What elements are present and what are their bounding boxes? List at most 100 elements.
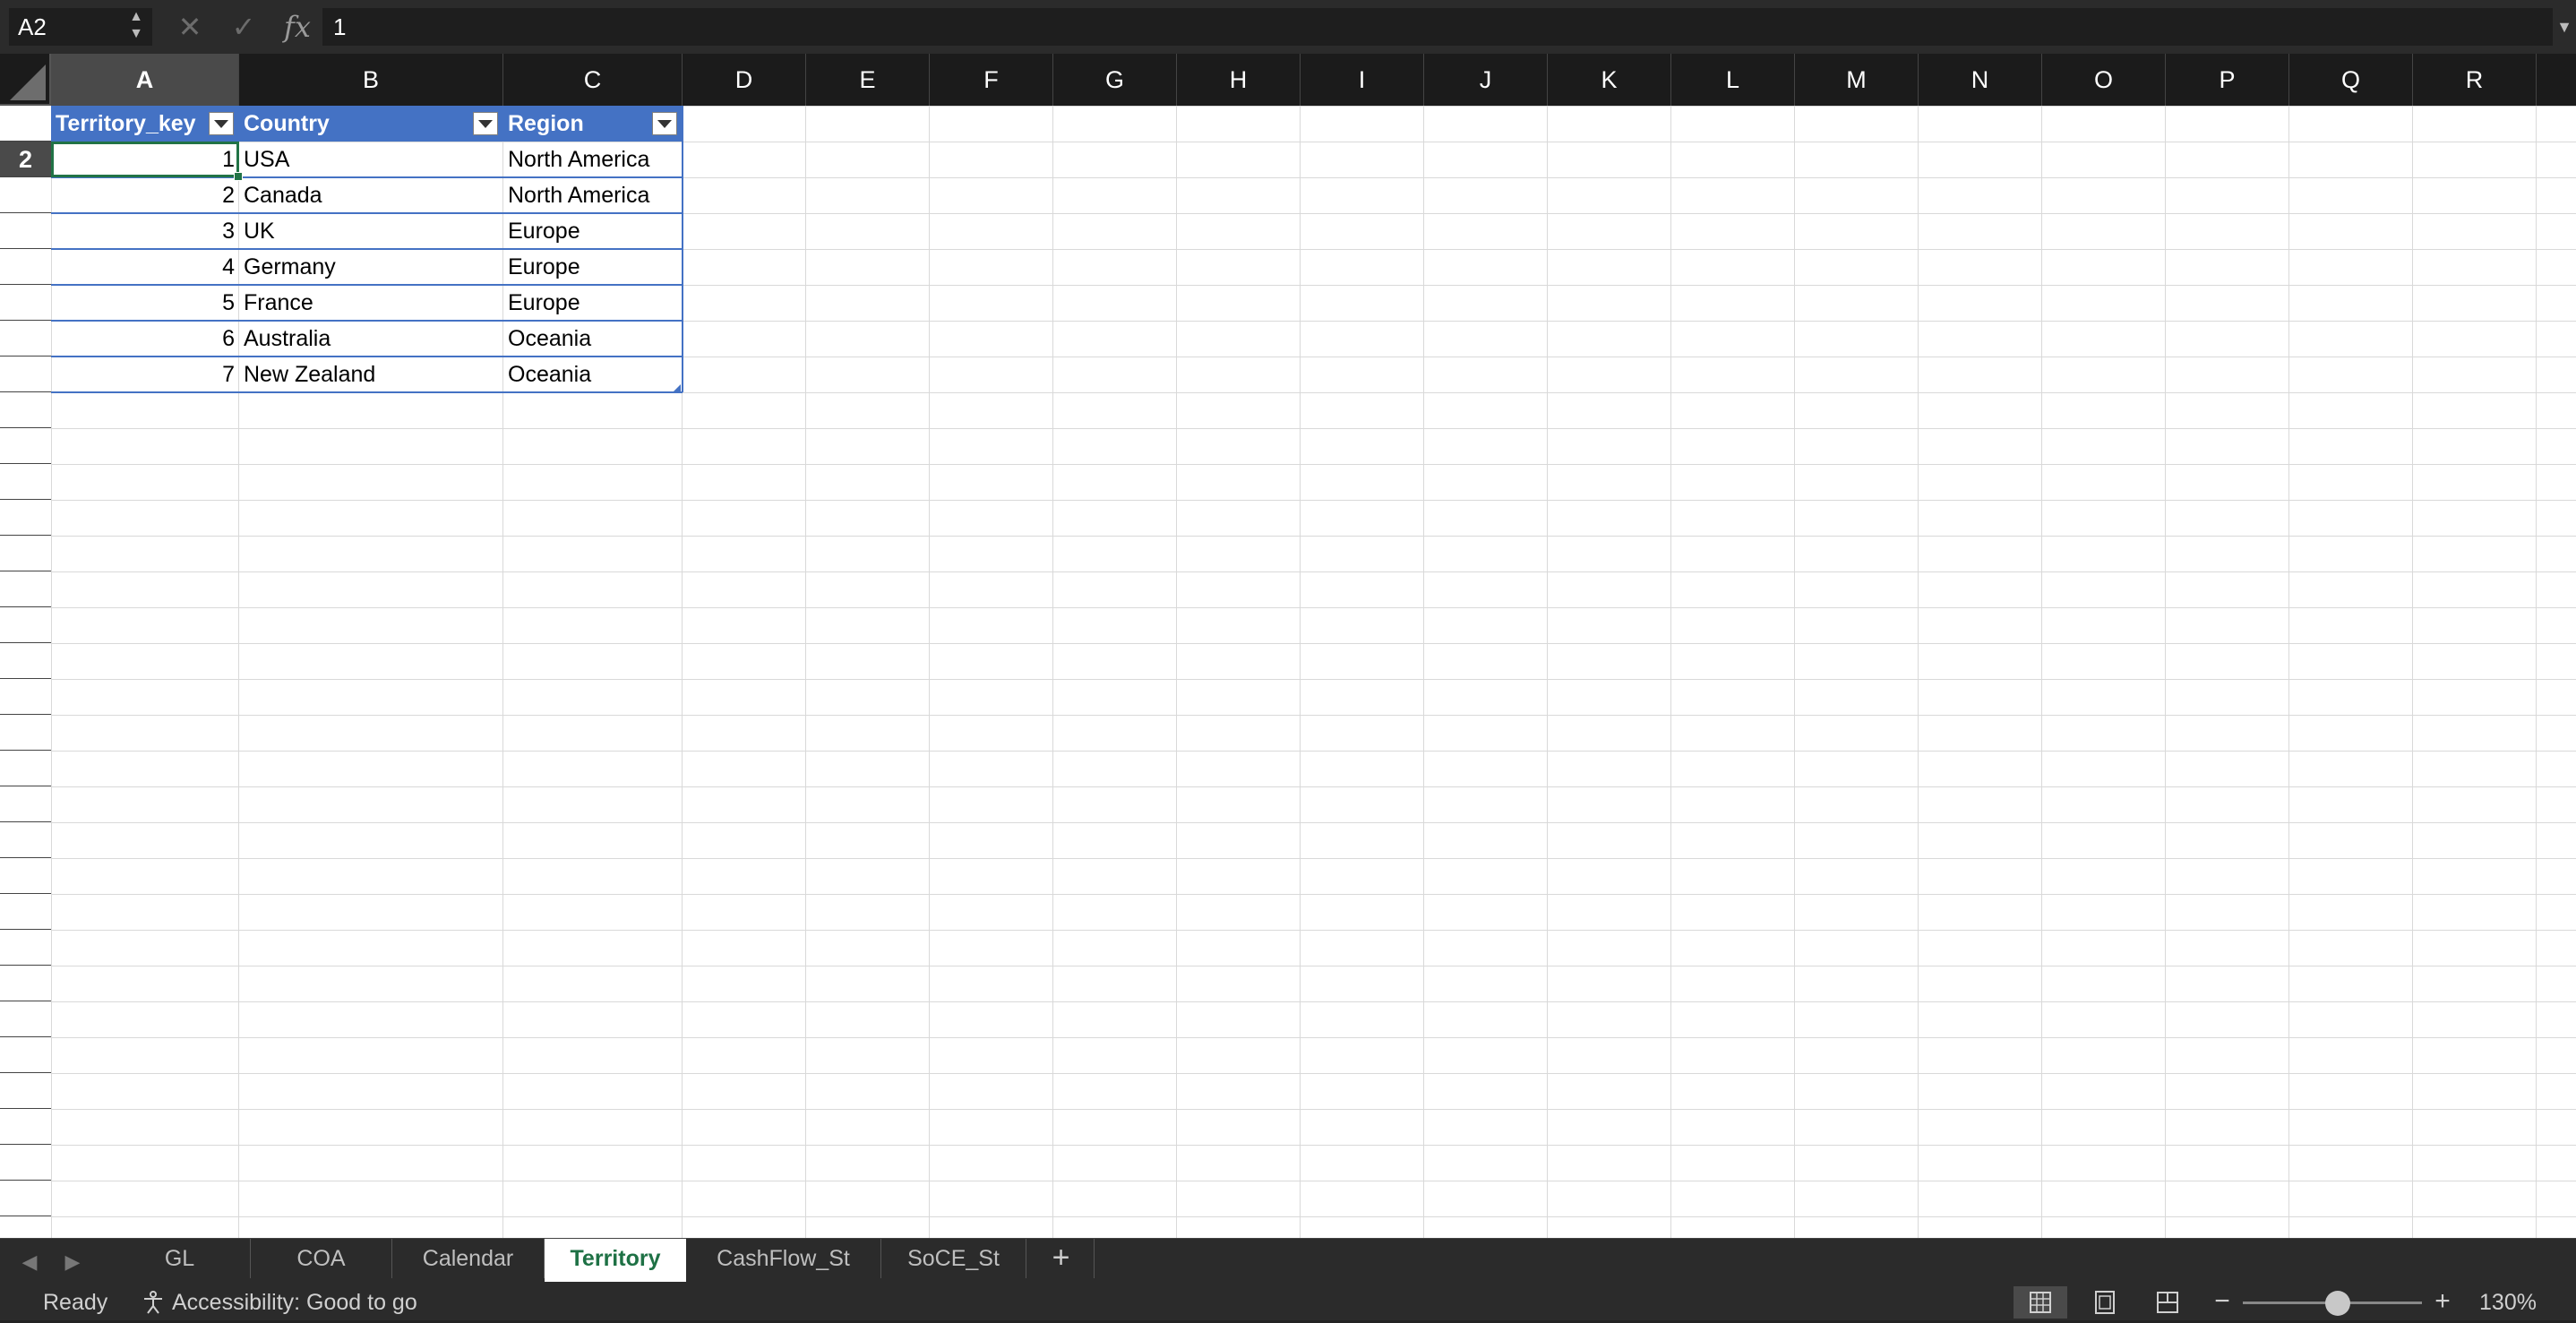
table-cell[interactable]: North America (503, 177, 683, 213)
row-header-6[interactable]: 6 (0, 285, 51, 321)
sheet-tab-territory[interactable]: Territory (545, 1239, 686, 1282)
table-cell[interactable]: 2 (51, 177, 239, 213)
row-header-28[interactable]: 28 (0, 1073, 51, 1109)
zoom-level[interactable]: 130% (2472, 1284, 2544, 1320)
table-cell[interactable]: North America (503, 142, 683, 177)
row-header-13[interactable]: 13 (0, 536, 51, 571)
row-header-32[interactable]: 32 (0, 1216, 51, 1238)
sheet-tab-gl[interactable]: GL (109, 1239, 251, 1278)
column-header-n[interactable]: N (1919, 54, 2042, 106)
row-header-18[interactable]: 18 (0, 715, 51, 751)
column-header-j[interactable]: J (1424, 54, 1548, 106)
row-header-5[interactable]: 5 (0, 249, 51, 285)
column-header-f[interactable]: F (930, 54, 1053, 106)
table-cell[interactable]: France (239, 285, 503, 321)
name-box-stepper-icon[interactable]: ▲ ▼ (125, 8, 147, 46)
row-header-22[interactable]: 22 (0, 858, 51, 894)
row-header-20[interactable]: 20 (0, 786, 51, 822)
row-header-1[interactable]: 1 (0, 106, 51, 142)
row-header-23[interactable]: 23 (0, 894, 51, 930)
column-header-g[interactable]: G (1053, 54, 1177, 106)
row-header-29[interactable]: 29 (0, 1109, 51, 1145)
table-cell[interactable]: Europe (503, 285, 683, 321)
accessibility-icon[interactable] (140, 1290, 167, 1315)
column-header-h[interactable]: H (1177, 54, 1301, 106)
table-cell[interactable]: New Zealand (239, 357, 503, 392)
table-cell[interactable]: USA (239, 142, 503, 177)
cancel-icon[interactable]: ✕ (172, 7, 208, 47)
row-header-27[interactable]: 27 (0, 1037, 51, 1073)
column-header-b[interactable]: B (239, 54, 503, 106)
column-header-a[interactable]: A (51, 54, 239, 106)
next-sheet-icon[interactable]: ▶ (59, 1246, 86, 1278)
column-header-e[interactable]: E (806, 54, 930, 106)
insert-function-icon[interactable]: fx (279, 5, 315, 48)
filter-dropdown-icon[interactable] (473, 112, 498, 135)
row-header-26[interactable]: 26 (0, 1001, 51, 1037)
row-header-21[interactable]: 21 (0, 822, 51, 858)
add-sheet-button[interactable]: + (1028, 1239, 1095, 1278)
select-all-button[interactable] (0, 54, 51, 106)
page-break-view-button[interactable] (2141, 1286, 2194, 1319)
row-header-19[interactable]: 19 (0, 751, 51, 786)
column-header-d[interactable]: D (683, 54, 806, 106)
row-header-10[interactable]: 10 (0, 428, 51, 464)
zoom-out-button[interactable]: − (2209, 1284, 2236, 1319)
table-cell[interactable]: UK (239, 213, 503, 249)
table-cell[interactable]: Europe (503, 213, 683, 249)
row-header-14[interactable]: 14 (0, 571, 51, 607)
filter-dropdown-icon[interactable] (652, 112, 677, 135)
table-cell[interactable]: 7 (51, 357, 239, 392)
table-resize-handle[interactable] (672, 382, 681, 393)
row-header-3[interactable]: 3 (0, 177, 51, 213)
column-header-m[interactable]: M (1795, 54, 1919, 106)
cells-area[interactable]: Territory_key Country Region 1 USA North Amer… (51, 106, 2576, 1238)
filter-dropdown-icon[interactable] (209, 112, 234, 135)
formula-input[interactable]: 1 (322, 8, 2553, 46)
row-header-25[interactable]: 25 (0, 966, 51, 1001)
worksheet-grid[interactable]: ABCDEFGHIJKLMNOPQR 1 2 3 4 5 6 7 8 9 10 11 12 13 14 15… (0, 54, 2576, 1238)
row-header-12[interactable]: 12 (0, 500, 51, 536)
column-header-k[interactable]: K (1548, 54, 1671, 106)
sheet-tab-calendar[interactable]: Calendar (392, 1239, 545, 1278)
table-header-cell[interactable]: Country (239, 106, 503, 142)
expand-formula-bar-icon[interactable]: ▼ (2555, 8, 2574, 46)
table-cell[interactable]: Canada (239, 177, 503, 213)
row-header-2[interactable]: 2 (0, 142, 51, 177)
column-header-o[interactable]: O (2042, 54, 2166, 106)
row-header-24[interactable]: 24 (0, 930, 51, 966)
column-header-i[interactable]: I (1301, 54, 1424, 106)
row-header-16[interactable]: 16 (0, 643, 51, 679)
table-cell[interactable]: Europe (503, 249, 683, 285)
row-header-17[interactable]: 17 (0, 679, 51, 715)
enter-check-icon[interactable]: ✓ (226, 7, 262, 47)
page-layout-view-button[interactable] (2078, 1286, 2132, 1319)
zoom-in-button[interactable]: + (2429, 1284, 2456, 1319)
sheet-tab-coa[interactable]: COA (251, 1239, 392, 1278)
accessibility-status[interactable]: Accessibility: Good to go (172, 1284, 417, 1320)
row-header-31[interactable]: 31 (0, 1181, 51, 1216)
table-cell[interactable]: Oceania (503, 321, 683, 357)
column-header-l[interactable]: L (1671, 54, 1795, 106)
table-cell[interactable]: 6 (51, 321, 239, 357)
table-cell[interactable]: 5 (51, 285, 239, 321)
row-header-7[interactable]: 7 (0, 321, 51, 357)
column-header-r[interactable]: R (2413, 54, 2537, 106)
table-cell[interactable]: Australia (239, 321, 503, 357)
table-cell[interactable]: Germany (239, 249, 503, 285)
row-header-15[interactable]: 15 (0, 607, 51, 643)
row-header-11[interactable]: 11 (0, 464, 51, 500)
row-header-9[interactable]: 9 (0, 392, 51, 428)
column-header-q[interactable]: Q (2289, 54, 2413, 106)
sheet-tab-cashflow-st[interactable]: CashFlow_St (686, 1239, 881, 1278)
normal-view-button[interactable] (2014, 1286, 2067, 1319)
row-header-30[interactable]: 30 (0, 1145, 51, 1181)
previous-sheet-icon[interactable]: ◀ (16, 1246, 43, 1278)
row-header-4[interactable]: 4 (0, 213, 51, 249)
table-cell[interactable]: 4 (51, 249, 239, 285)
column-header-p[interactable]: P (2166, 54, 2289, 106)
table-cell[interactable]: Oceania (503, 357, 683, 392)
row-header-8[interactable]: 8 (0, 357, 51, 392)
fill-handle[interactable] (234, 172, 243, 181)
zoom-slider-thumb[interactable] (2325, 1291, 2350, 1316)
